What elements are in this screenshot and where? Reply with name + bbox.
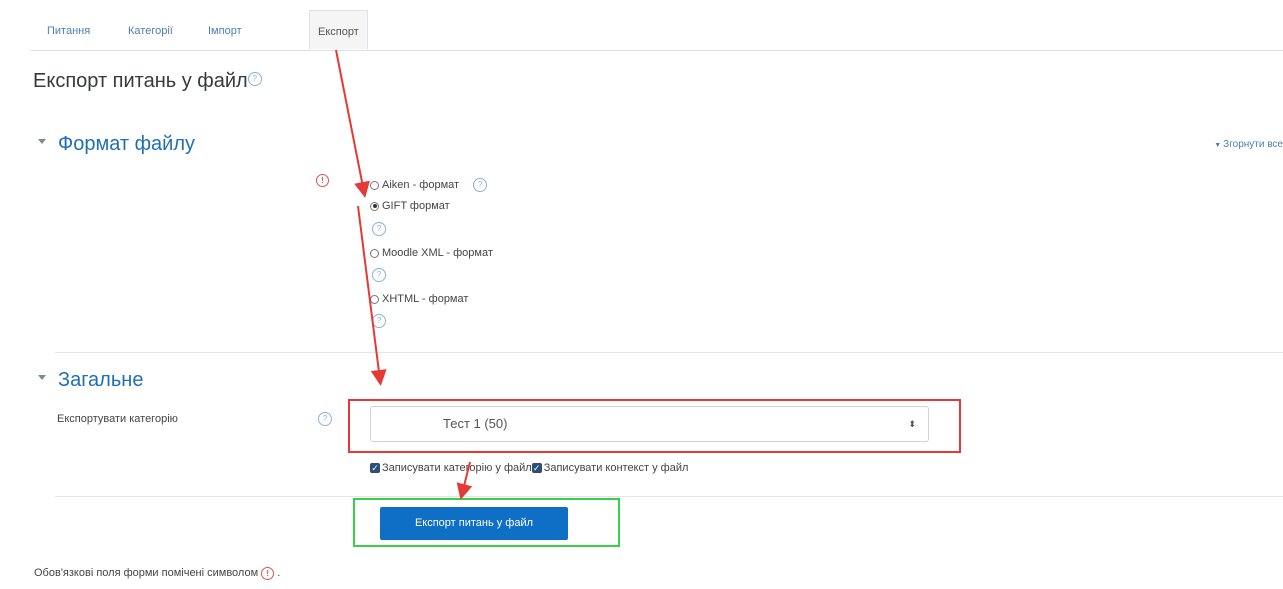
annotation-arrow: [456, 461, 473, 500]
annotation-arrow: [335, 49, 370, 198]
annotation-arrow: [357, 205, 387, 386]
annotation-arrows: [335, 49, 473, 500]
